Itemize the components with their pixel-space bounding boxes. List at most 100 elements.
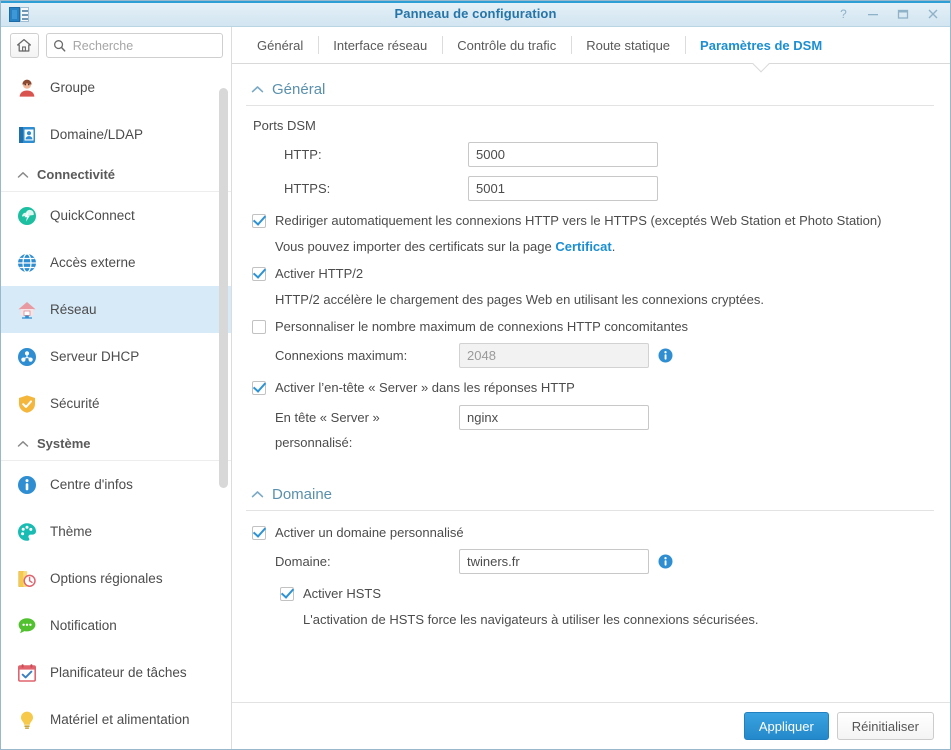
section-title: Domaine	[272, 486, 332, 503]
synology-nas-icon	[9, 6, 29, 24]
close-icon[interactable]	[925, 6, 941, 22]
sidebar-item-label: Thème	[50, 524, 92, 539]
tab-interface-reseau[interactable]: Interface réseau	[318, 27, 442, 63]
info-circle-icon	[15, 473, 39, 497]
hsts-label: Activer HSTS	[303, 586, 381, 601]
domain-label: Domaine:	[275, 554, 459, 569]
group-users-icon	[15, 76, 39, 100]
sidebar-item-label: Planificateur de tâches	[50, 665, 187, 680]
tab-label: Contrôle du trafic	[457, 38, 556, 53]
window-titlebar: Panneau de configuration ?	[1, 1, 950, 27]
sidebar-item-centre-dinfos[interactable]: Centre d'infos	[1, 461, 231, 508]
http-port-row: HTTP:	[246, 142, 934, 167]
server-header-input[interactable]	[459, 405, 649, 430]
certificate-link[interactable]: Certificat	[555, 239, 611, 254]
max-connections-input	[459, 343, 649, 368]
globe-icon	[15, 251, 39, 275]
svg-text:?: ?	[840, 7, 847, 20]
footer-actions: Appliquer Réinitialiser	[232, 702, 950, 749]
sidebar-item-materiel-et-alimentation[interactable]: Matériel et alimentation	[1, 696, 231, 743]
hsts-row[interactable]: Activer HSTS	[246, 586, 934, 601]
domain-input[interactable]	[459, 549, 649, 574]
ports-dsm-label: Ports DSM	[246, 106, 934, 133]
sidebar-scrollbar-track[interactable]	[219, 64, 228, 749]
sidebar-item-quickconnect[interactable]: QuickConnect	[1, 192, 231, 239]
sidebar-item-label: Sécurité	[50, 396, 100, 411]
lightbulb-icon	[15, 708, 39, 732]
search-box[interactable]	[46, 33, 223, 58]
window-title: Panneau de configuration	[1, 1, 950, 27]
calendar-check-icon	[15, 661, 39, 685]
server-header-label: En tête « Server » personnalisé:	[275, 405, 459, 455]
tab-bar: Général Interface réseau Contrôle du tra…	[232, 27, 950, 64]
section-title: Général	[272, 81, 325, 98]
server-header-label-line1: En tête « Server »	[275, 405, 459, 430]
home-button[interactable]	[10, 33, 39, 58]
max-connections-label: Connexions maximum:	[275, 348, 459, 363]
reset-button[interactable]: Réinitialiser	[837, 712, 934, 740]
http-port-label: HTTP:	[284, 147, 468, 162]
question-mark-icon[interactable]: ?	[835, 6, 851, 22]
content-area: Général Interface réseau Contrôle du tra…	[232, 27, 950, 749]
sidebar-item-notification[interactable]: Notification	[1, 602, 231, 649]
sidebar-scroll-area: Groupe Domain	[1, 64, 231, 749]
section-header-domaine[interactable]: Domaine	[246, 469, 934, 511]
certificate-note-prefix: Vous pouvez importer des certificats sur…	[275, 239, 555, 254]
sidebar-item-label: Serveur DHCP	[50, 349, 139, 364]
tab-parametres-de-dsm[interactable]: Paramètres de DSM	[685, 27, 837, 63]
sidebar-item-reseau[interactable]: Réseau	[1, 286, 231, 333]
sidebar-item-domaine-ldap[interactable]: Domaine/LDAP	[1, 111, 231, 158]
server-header-label-line2: personnalisé:	[275, 430, 459, 455]
sidebar-item-securite[interactable]: Sécurité	[1, 380, 231, 427]
hsts-checkbox[interactable]	[280, 587, 294, 601]
max-connections-toggle-row[interactable]: Personnaliser le nombre maximum de conne…	[246, 319, 934, 334]
sidebar-group-connectivite[interactable]: Connectivité	[1, 158, 231, 192]
server-header-row: En tête « Server » personnalisé:	[246, 405, 934, 455]
domain-ldap-icon	[15, 123, 39, 147]
apply-button[interactable]: Appliquer	[744, 712, 829, 740]
sidebar-item-groupe[interactable]: Groupe	[1, 64, 231, 111]
sidebar-group-systeme[interactable]: Système	[1, 427, 231, 461]
chat-bubble-icon	[15, 614, 39, 638]
chevron-up-icon	[249, 490, 265, 499]
dhcp-server-icon	[15, 345, 39, 369]
http2-row[interactable]: Activer HTTP/2	[246, 266, 934, 281]
server-header-toggle-row[interactable]: Activer l’en-tête « Server » dans les ré…	[246, 380, 934, 395]
section-header-general[interactable]: Général	[246, 64, 934, 106]
maximize-icon[interactable]	[895, 6, 911, 22]
shield-icon	[15, 392, 39, 416]
redirect-https-row[interactable]: Rediriger automatiquement les connexions…	[246, 213, 934, 228]
custom-domain-row[interactable]: Activer un domaine personnalisé	[246, 525, 934, 540]
https-port-input[interactable]	[468, 176, 658, 201]
minimize-icon[interactable]	[865, 6, 881, 22]
info-icon[interactable]	[658, 554, 673, 569]
sidebar-item-acces-externe[interactable]: Accès externe	[1, 239, 231, 286]
sidebar-item-label: Accès externe	[50, 255, 136, 270]
network-house-icon	[15, 298, 39, 322]
tab-route-statique[interactable]: Route statique	[571, 27, 685, 63]
sidebar-item-serveur-dhcp[interactable]: Serveur DHCP	[1, 333, 231, 380]
http2-label: Activer HTTP/2	[275, 266, 363, 281]
sidebar-item-label: Notification	[50, 618, 117, 633]
sidebar-scrollbar-thumb[interactable]	[219, 88, 228, 488]
http2-note: HTTP/2 accélère le chargement des pages …	[246, 292, 934, 307]
custom-domain-checkbox[interactable]	[252, 526, 266, 540]
sidebar-item-label: Centre d'infos	[50, 477, 133, 492]
tab-general[interactable]: Général	[242, 27, 318, 63]
server-header-toggle-label: Activer l’en-tête « Server » dans les ré…	[275, 380, 575, 395]
info-icon[interactable]	[658, 348, 673, 363]
sidebar-group-label: Connectivité	[37, 167, 115, 182]
settings-panel: Général Ports DSM HTTP: HTTPS: Rediriger…	[232, 64, 950, 702]
server-header-checkbox[interactable]	[252, 381, 266, 395]
sidebar-item-theme[interactable]: Thème	[1, 508, 231, 555]
http-port-input[interactable]	[468, 142, 658, 167]
max-connections-checkbox[interactable]	[252, 320, 266, 334]
search-input[interactable]	[71, 38, 216, 54]
tab-controle-du-trafic[interactable]: Contrôle du trafic	[442, 27, 571, 63]
sidebar-item-options-regionales[interactable]: Options régionales	[1, 555, 231, 602]
max-connections-toggle-label: Personnaliser le nombre maximum de conne…	[275, 319, 688, 334]
sidebar-item-planificateur-de-taches[interactable]: Planificateur de tâches	[1, 649, 231, 696]
tab-label: Route statique	[586, 38, 670, 53]
http2-checkbox[interactable]	[252, 267, 266, 281]
redirect-https-checkbox[interactable]	[252, 214, 266, 228]
